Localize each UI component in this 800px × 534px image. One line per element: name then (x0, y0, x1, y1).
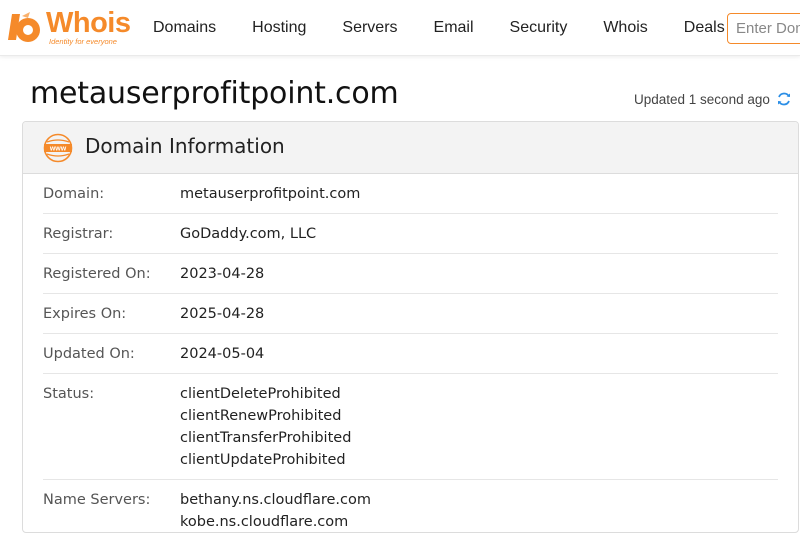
nav-whois[interactable]: Whois (591, 19, 647, 37)
row-value: metauserprofitpoint.com (180, 183, 360, 205)
name-server-value: kobe.ns.cloudflare.com (180, 514, 349, 530)
row-registered-on: Registered On: 2023-04-28 (43, 254, 778, 294)
nav-servers[interactable]: Servers (330, 19, 397, 37)
name-server-value: bethany.ns.cloudflare.com (180, 492, 371, 508)
status-value: clientUpdateProhibited (180, 452, 346, 468)
row-label: Updated On: (43, 346, 135, 362)
nav-domains[interactable]: Domains (141, 19, 216, 37)
card-title: Domain Information (85, 134, 285, 158)
updated-status: Updated 1 second ago (634, 91, 792, 107)
expires-on-value: 2025-04-28 (180, 306, 265, 322)
row-domain: Domain: metauserprofitpoint.com (43, 174, 778, 214)
svg-text:www: www (49, 146, 67, 153)
row-updated-on: Updated On: 2024-05-04 (43, 334, 778, 374)
updated-on-value: 2024-05-04 (180, 346, 265, 362)
status-value: clientTransferProhibited (180, 430, 352, 446)
site-header: Whois Identity for everyone Domains Host… (0, 0, 800, 56)
whois-logo-icon (8, 12, 40, 42)
status-value: clientDeleteProhibited (180, 386, 341, 402)
row-name-servers: Name Servers: bethany.ns.cloudflare.com … (43, 480, 778, 532)
row-value: GoDaddy.com, LLC (180, 223, 316, 245)
domain-value: metauserprofitpoint.com (180, 186, 361, 202)
logo-wordmark: Whois (46, 7, 131, 39)
main-nav: Domains Hosting Servers Email Security W… (141, 0, 749, 56)
row-label: Name Servers: (43, 492, 151, 508)
logo-tagline: Identity for everyone (49, 37, 117, 46)
row-label: Expires On: (43, 306, 127, 322)
www-icon: www (43, 133, 73, 163)
row-value: 2023-04-28 (180, 263, 264, 285)
row-label: Status: (43, 386, 95, 402)
row-status: Status: clientDeleteProhibited clientRen… (43, 374, 778, 480)
status-value: clientRenewProhibited (180, 408, 342, 424)
page-title: metauserprofitpoint.com (30, 76, 399, 111)
row-label: Registrar: (43, 226, 114, 242)
logo[interactable]: Whois Identity for everyone (6, 7, 131, 48)
domain-info-rows: Domain: metauserprofitpoint.com Registra… (23, 174, 798, 532)
registrar-value: GoDaddy.com, LLC (180, 226, 317, 242)
card-header: www Domain Information (23, 122, 798, 174)
row-label: Domain: (43, 186, 105, 202)
registered-on-value: 2023-04-28 (180, 266, 265, 282)
row-value: clientDeleteProhibited clientRenewProhib… (180, 383, 351, 471)
row-registrar: Registrar: GoDaddy.com, LLC (43, 214, 778, 254)
nav-deals[interactable]: Deals (672, 19, 725, 37)
updated-text: Updated 1 second ago (634, 91, 770, 107)
domain-search-input[interactable]: Enter Domain (727, 13, 800, 44)
row-expires-on: Expires On: 2025-04-28 (43, 294, 778, 334)
refresh-icon[interactable] (776, 91, 792, 107)
row-value: 2025-04-28 (180, 303, 264, 325)
nav-security[interactable]: Security (498, 19, 568, 37)
row-value: 2024-05-04 (180, 343, 264, 365)
nav-email[interactable]: Email (422, 19, 474, 37)
nav-hosting[interactable]: Hosting (240, 19, 306, 37)
row-value: bethany.ns.cloudflare.com kobe.ns.cloudf… (180, 489, 371, 532)
row-label: Registered On: (43, 266, 151, 282)
domain-info-card: www Domain Information Domain: metauserp… (22, 121, 799, 533)
